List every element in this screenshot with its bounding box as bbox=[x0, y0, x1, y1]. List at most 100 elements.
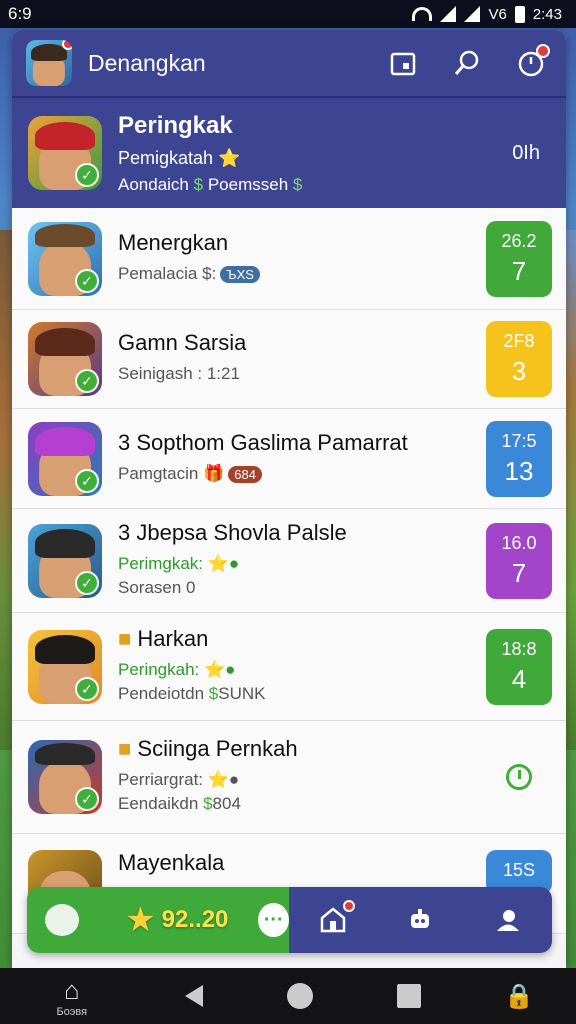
status-network: V6 bbox=[488, 5, 507, 23]
verified-icon: ✓ bbox=[75, 676, 99, 701]
profile-icon[interactable] bbox=[490, 902, 526, 938]
player-subtitle: Pamgtacin bbox=[118, 463, 199, 483]
player-subtitle-2: Sorasen 0 bbox=[118, 577, 196, 597]
leaderboard-panel: Denangkan ✓ Peringkak Pemigkatah ⭐ Aonda… bbox=[12, 30, 566, 968]
score-card[interactable]: 26.2 7 bbox=[486, 220, 552, 297]
bottom-action-bar: ★ 92..20 ··· bbox=[27, 887, 552, 953]
verified-icon: ✓ bbox=[75, 369, 99, 393]
star-icon: ★ bbox=[125, 901, 156, 939]
calendar-icon[interactable] bbox=[382, 42, 424, 84]
verified-icon: ✓ bbox=[75, 468, 99, 493]
home-icon: ⌂ bbox=[63, 974, 80, 1005]
score-value: 18:8 bbox=[501, 638, 537, 659]
coin-icon: $ bbox=[292, 174, 303, 194]
robot-icon[interactable] bbox=[402, 902, 438, 938]
trophy-icon: ⭐ bbox=[218, 147, 241, 168]
score-value: 16.0 bbox=[501, 532, 537, 553]
recents-button[interactable] bbox=[396, 984, 421, 1008]
shop-icon[interactable] bbox=[315, 900, 355, 938]
player-subtitle: Peringkah: bbox=[118, 659, 200, 679]
score-value: 17:5 bbox=[501, 430, 537, 451]
list-item[interactable]: ✓ 3 Sopthom Gaslima Pamarrat Pamgtacin 🎁… bbox=[12, 409, 566, 509]
verified-icon: ✓ bbox=[75, 787, 99, 811]
verified-icon: ✓ bbox=[75, 268, 99, 293]
player-avatar: ✓ bbox=[28, 221, 102, 296]
player-subtitle: Seinigash : 1:21 bbox=[118, 364, 240, 383]
gift-icon: 🎁 bbox=[203, 463, 225, 483]
player-subtitle-2: Eendaikdn bbox=[118, 794, 199, 813]
player-subtitle: Perimgkak: bbox=[118, 553, 204, 573]
rank-value: 4 bbox=[511, 663, 527, 694]
notification-dot bbox=[62, 40, 72, 50]
verified-icon: ✓ bbox=[75, 570, 99, 595]
search-icon[interactable] bbox=[446, 42, 488, 84]
total-score: 92..20 bbox=[161, 906, 229, 933]
medal-icon: ⭐● bbox=[207, 770, 240, 789]
coin-icon: $: bbox=[202, 263, 217, 283]
notification-dot bbox=[536, 44, 550, 58]
hero-right-value: 0Ih bbox=[512, 141, 540, 164]
score-card[interactable]: 2F8 3 bbox=[486, 321, 552, 397]
player-avatar: ✓ bbox=[28, 629, 102, 704]
home-circle-button[interactable] bbox=[287, 983, 314, 1009]
flag-icon: ■ bbox=[118, 625, 132, 651]
home-button[interactable]: ⌂ Боэвя bbox=[42, 975, 102, 1018]
verified-icon: ✓ bbox=[75, 163, 99, 187]
status-value: 804 bbox=[212, 794, 241, 813]
lock-icon[interactable]: 🔒 bbox=[504, 982, 534, 1011]
player-name: Sciinga Pernkah bbox=[137, 736, 298, 761]
list-item[interactable]: ✓ ■ Sciinga Pernkah Perriargrat: ⭐● Eend… bbox=[12, 721, 566, 834]
coin-icon: $ bbox=[203, 794, 213, 813]
list-item[interactable]: ✓ 3 Jbepsa Shovla Palsle Perimgkak: ⭐● S… bbox=[12, 509, 566, 613]
hero-avatar: ✓ bbox=[28, 116, 102, 190]
list-item[interactable]: ✓ Menergkan Pemalacia $: ЪXS 26.2 7 bbox=[12, 208, 566, 310]
status-time-left: 6:9 bbox=[8, 4, 32, 23]
medal-icon: ⭐● bbox=[207, 553, 240, 573]
player-avatar: ✓ bbox=[28, 421, 102, 496]
hero-line2: Aondaich bbox=[118, 174, 189, 194]
player-name: Gamn Sarsia bbox=[118, 330, 247, 355]
app-topbar: Denangkan bbox=[12, 30, 566, 98]
current-user-rank[interactable]: ✓ Peringkak Pemigkatah ⭐ Aondaich $ Poem… bbox=[12, 98, 566, 208]
player-subtitle-2: Pendeiotdn bbox=[118, 683, 205, 703]
list-item[interactable]: ✓ ■ Harkan Peringkah: ⭐● Pendeiotdn $SUN… bbox=[12, 613, 566, 721]
status-badge: ЪXS bbox=[220, 265, 260, 283]
profile-avatar[interactable] bbox=[26, 40, 72, 86]
score-value: 2F8 bbox=[503, 331, 535, 351]
hero-title: Peringkak bbox=[118, 111, 233, 139]
signal-icon bbox=[440, 6, 457, 22]
score-card[interactable]: 16.0 7 bbox=[486, 522, 552, 599]
score-card[interactable]: 17:5 13 bbox=[486, 420, 552, 497]
clock-icon[interactable] bbox=[510, 42, 552, 84]
hero-line1: Pemigkatah bbox=[118, 147, 214, 168]
app-title: Denangkan bbox=[88, 49, 206, 76]
home-label: Боэвя bbox=[56, 1005, 88, 1018]
player-avatar: ✓ bbox=[28, 740, 102, 814]
player-name: Harkan bbox=[137, 625, 209, 651]
rank-value: 3 bbox=[511, 356, 527, 386]
status-badge: SUNK bbox=[218, 683, 266, 703]
notification-dot bbox=[342, 900, 355, 912]
score-value: 15S bbox=[502, 859, 536, 880]
score-card[interactable]: 18:8 4 bbox=[486, 628, 552, 705]
coin-icon: $ bbox=[208, 683, 219, 703]
chat-icon[interactable] bbox=[45, 904, 80, 936]
wifi-icon bbox=[412, 7, 433, 21]
coin-icon: $ bbox=[193, 174, 204, 194]
flag-icon: ■ bbox=[118, 736, 132, 761]
timer-icon[interactable] bbox=[506, 764, 532, 790]
player-name: 3 Jbepsa Shovla Palsle bbox=[118, 519, 347, 545]
player-name: Menergkan bbox=[118, 229, 229, 255]
list-item[interactable]: ✓ Gamn Sarsia Seinigash : 1:21 2F8 3 bbox=[12, 310, 566, 409]
player-name: 3 Sopthom Gaslima Pamarrat bbox=[118, 429, 408, 455]
player-subtitle: Perriargrat: bbox=[118, 770, 204, 789]
status-time-right: 2:43 bbox=[532, 5, 562, 23]
back-button[interactable] bbox=[185, 985, 204, 1007]
score-value: 26.2 bbox=[501, 230, 537, 251]
more-button[interactable]: ··· bbox=[258, 903, 289, 937]
player-avatar: ✓ bbox=[28, 322, 102, 396]
rank-value: 7 bbox=[511, 557, 527, 588]
medal-icon: ⭐● bbox=[204, 659, 236, 679]
hero-line2b: Poemsseh bbox=[207, 174, 289, 194]
player-subtitle: Pemalacia bbox=[118, 263, 198, 283]
